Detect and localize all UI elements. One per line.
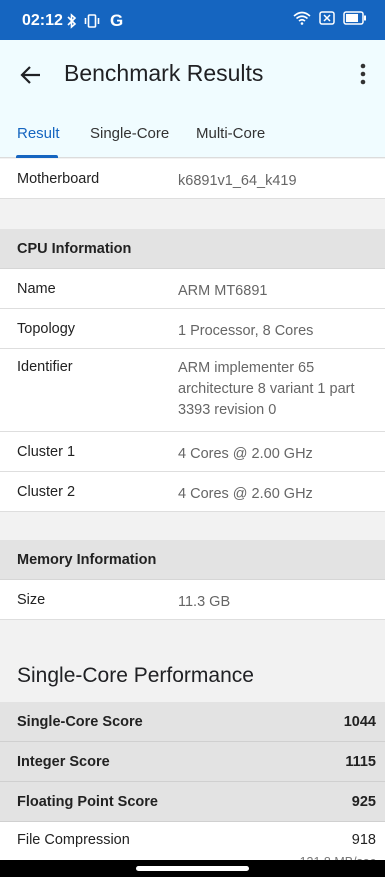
section-gap: [0, 199, 385, 229]
status-time: 02:12: [22, 12, 63, 29]
app-bar: Benchmark Results Result Single-Core Mul…: [0, 40, 385, 158]
info-row-identifier: Identifier ARM implementer 65 architectu…: [0, 349, 385, 432]
no-sim-icon: [319, 11, 335, 25]
info-row-cluster-2: Cluster 2 4 Cores @ 2.60 GHz: [0, 472, 385, 512]
score-value: 925: [351, 794, 376, 810]
row-value: 11.3 GB: [178, 594, 231, 610]
benchmark-label: File Compression: [17, 832, 130, 848]
score-label: Integer Score: [17, 754, 110, 770]
status-right-icons: [293, 11, 367, 25]
benchmark-score: 918: [351, 832, 376, 848]
section-gap: [0, 512, 385, 540]
score-value: 1115: [345, 754, 376, 770]
results-list[interactable]: Motherboard k6891v1_64_k419 CPU Informat…: [0, 159, 385, 874]
info-row-cluster-1: Cluster 1 4 Cores @ 2.00 GHz: [0, 432, 385, 472]
google-g-icon: G: [110, 11, 124, 30]
tab-indicator: [16, 155, 58, 158]
row-value: ARM implementer 65 architecture 8 varian…: [178, 360, 355, 418]
section-gap: [0, 620, 385, 650]
info-row-motherboard: Motherboard k6891v1_64_k419: [0, 159, 385, 199]
vibrate-icon: [84, 14, 100, 28]
wifi-icon: [293, 11, 311, 25]
row-value: k6891v1_64_k419: [178, 173, 297, 189]
status-left-icons: G: [66, 11, 123, 31]
tab-bar: Result Single-Core Multi-Core: [0, 122, 385, 158]
score-value: 1044: [343, 714, 376, 730]
score-label: Single-Core Score: [17, 714, 143, 730]
row-value: 4 Cores @ 2.60 GHz: [178, 486, 313, 502]
row-value: ARM MT6891: [178, 283, 268, 299]
score-row-integer: Integer Score 1115: [0, 742, 385, 782]
bluetooth-icon: [67, 13, 77, 29]
home-gesture-handle[interactable]: [136, 866, 249, 871]
row-label: Cluster 1: [17, 444, 76, 460]
score-row-floating-point: Floating Point Score 925: [0, 782, 385, 822]
section-header-cpu: CPU Information: [0, 229, 385, 269]
section-title-single-core: Single-Core Performance: [0, 650, 385, 702]
row-label: Name: [17, 281, 56, 297]
row-label: Motherboard: [17, 171, 100, 187]
info-row-topology: Topology 1 Processor, 8 Cores: [0, 309, 385, 349]
score-row-single-core: Single-Core Score 1044: [0, 702, 385, 742]
section-title: CPU Information: [17, 241, 132, 257]
score-label: Floating Point Score: [17, 794, 158, 810]
performance-title: Single-Core Performance: [17, 664, 254, 687]
tab-multi-core[interactable]: Multi-Core: [196, 125, 265, 142]
more-vert-icon[interactable]: [355, 62, 371, 88]
info-row-name: Name ARM MT6891: [0, 269, 385, 309]
status-bar: 02:12 G: [0, 0, 385, 40]
row-value: 1 Processor, 8 Cores: [178, 323, 314, 339]
row-label: Size: [17, 592, 46, 608]
back-arrow-icon[interactable]: [16, 60, 46, 90]
row-label: Cluster 2: [17, 484, 76, 500]
page-title: Benchmark Results: [64, 60, 264, 86]
row-label: Identifier: [17, 359, 73, 375]
tab-result[interactable]: Result: [17, 125, 60, 142]
section-title: Memory Information: [17, 552, 157, 568]
tab-single-core[interactable]: Single-Core: [90, 125, 169, 142]
section-header-memory: Memory Information: [0, 540, 385, 580]
info-row-size: Size 11.3 GB: [0, 580, 385, 620]
battery-icon: [343, 11, 366, 25]
row-value: 4 Cores @ 2.00 GHz: [178, 446, 313, 462]
system-nav-bar: [0, 860, 385, 877]
row-label: Topology: [17, 321, 76, 337]
